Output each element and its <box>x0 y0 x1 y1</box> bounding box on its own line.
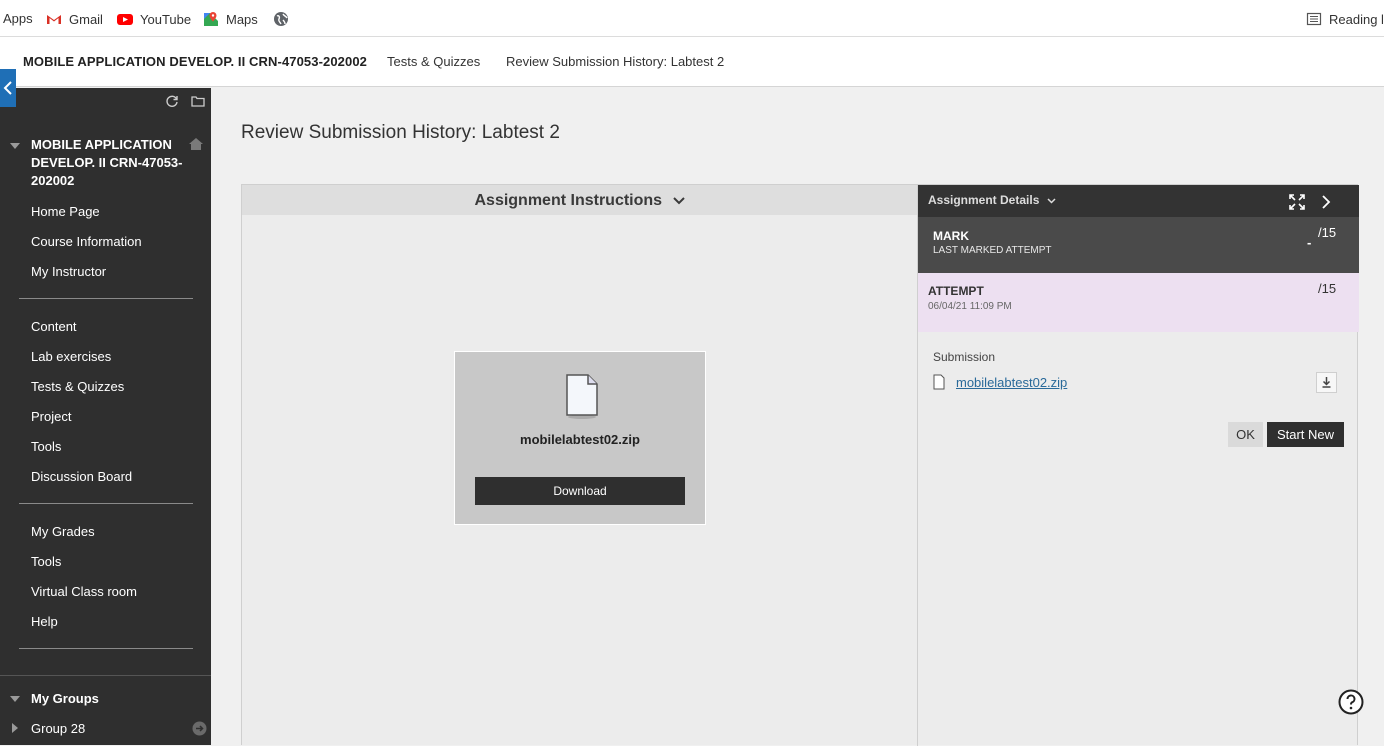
sidebar-item-course-information[interactable]: Course Information <box>31 234 142 249</box>
expand-group-icon[interactable] <box>12 723 18 733</box>
attempt-date: 06/04/21 11:09 PM <box>928 301 1012 312</box>
download-file-button[interactable] <box>1316 372 1337 393</box>
download-button[interactable]: Download <box>475 477 685 505</box>
document-icon <box>565 374 598 419</box>
chevron-right-icon[interactable] <box>1321 194 1331 215</box>
attempt-total: /15 <box>1318 281 1337 296</box>
details-toggle[interactable]: Assignment Details <box>928 193 1056 207</box>
course-menu: MOBILE APPLICATION DEVELOP. II CRN-47053… <box>0 88 211 745</box>
sidebar-item-lab-exercises[interactable]: Lab exercises <box>31 349 111 364</box>
youtube-icon <box>117 11 133 27</box>
chevron-down-icon <box>672 185 685 216</box>
help-button[interactable] <box>1338 689 1364 715</box>
collapse-menu-button[interactable] <box>0 69 16 107</box>
bookmark-youtube[interactable]: YouTube <box>117 11 191 27</box>
bookmark-gmail[interactable]: Gmail <box>46 11 103 27</box>
breadcrumb-tests-quizzes[interactable]: Tests & Quizzes <box>387 54 480 69</box>
assignment-details: Assignment Details MARK LAST MARKED ATTE… <box>917 185 1359 746</box>
course-title[interactable]: MOBILE APPLICATION DEVELOP. II CRN-47053… <box>31 136 191 190</box>
question-mark-icon <box>1338 689 1364 719</box>
sidebar-item-tools-2[interactable]: Tools <box>31 554 61 569</box>
sidebar-divider <box>19 648 193 649</box>
breadcrumb: MOBILE APPLICATION DEVELOP. II CRN-47053… <box>0 37 1384 87</box>
page-title: Review Submission History: Labtest 2 <box>241 122 560 143</box>
mark-total: /15 <box>1318 225 1337 240</box>
download-icon <box>1317 377 1336 396</box>
gmail-icon <box>46 11 62 27</box>
bookmark-youtube-label: YouTube <box>140 11 192 27</box>
expand-icon[interactable] <box>1289 194 1305 215</box>
sidebar-item-my-grades[interactable]: My Grades <box>31 524 95 539</box>
chevron-left-icon <box>3 79 13 96</box>
globe-icon <box>273 11 289 27</box>
sidebar-item-content[interactable]: Content <box>31 319 77 334</box>
group-arrow-icon[interactable] <box>192 721 207 741</box>
mark-sublabel: LAST MARKED ATTEMPT <box>933 245 1052 256</box>
sidebar-divider <box>19 298 193 299</box>
reading-list-icon <box>1306 11 1322 27</box>
collapse-course-icon[interactable] <box>10 143 20 149</box>
reading-list-label: Reading lis <box>1329 11 1384 27</box>
file-name: mobilelabtest02.zip <box>520 432 640 447</box>
sidebar-item-tools[interactable]: Tools <box>31 439 61 454</box>
mark-section: MARK LAST MARKED ATTEMPT - /15 <box>918 217 1359 273</box>
sidebar-item-home-page[interactable]: Home Page <box>31 204 100 219</box>
my-groups-heading[interactable]: My Groups <box>31 691 99 706</box>
bookmarks-bar: Apps Gmail YouTube Maps Reading lis <box>0 0 1384 37</box>
instructions-toggle[interactable]: Assignment Instructions <box>242 185 917 215</box>
sidebar-item-tests-quizzes[interactable]: Tests & Quizzes <box>31 379 124 394</box>
reading-list[interactable]: Reading lis <box>1306 11 1384 27</box>
course-menu-tools <box>165 94 205 108</box>
attempt-label: ATTEMPT <box>928 284 984 298</box>
bookmark-apps[interactable]: Apps <box>3 11 33 26</box>
sidebar-item-discussion-board[interactable]: Discussion Board <box>31 469 132 484</box>
folder-view-icon[interactable] <box>191 94 205 108</box>
bookmark-apps-label: Apps <box>3 11 33 26</box>
bookmark-maps[interactable]: Maps <box>203 11 258 27</box>
home-icon[interactable] <box>188 137 204 156</box>
sidebar-item-help[interactable]: Help <box>31 614 58 629</box>
chevron-down-icon <box>1047 198 1056 204</box>
sidebar-divider <box>19 503 193 504</box>
collapse-groups-icon[interactable] <box>10 696 20 702</box>
attempt-row[interactable]: ATTEMPT 06/04/21 11:09 PM /15 <box>918 273 1359 332</box>
breadcrumb-course[interactable]: MOBILE APPLICATION DEVELOP. II CRN-47053… <box>23 54 367 69</box>
groups-divider <box>0 675 211 676</box>
bookmark-gmail-label: Gmail <box>69 11 103 27</box>
bookmark-globe[interactable] <box>273 11 289 27</box>
mark-label: MARK <box>933 229 969 243</box>
file-icon <box>933 374 945 390</box>
sidebar-item-group[interactable]: Group 28 <box>31 721 85 736</box>
submission-file-link[interactable]: mobilelabtest02.zip <box>956 375 1067 390</box>
sidebar-item-my-instructor[interactable]: My Instructor <box>31 264 106 279</box>
submission-label: Submission <box>933 350 996 364</box>
breadcrumb-current-page: Review Submission History: Labtest 2 <box>506 54 725 69</box>
instructions-heading: Assignment Instructions <box>474 192 663 209</box>
submission-panel: Assignment Instructions mobilelabtest02.… <box>241 184 1359 746</box>
bookmark-maps-label: Maps <box>226 11 258 27</box>
refresh-icon[interactable] <box>165 94 179 108</box>
ok-button[interactable]: OK <box>1228 422 1263 447</box>
sidebar-item-virtual-class-room[interactable]: Virtual Class room <box>31 584 137 599</box>
sidebar-item-project[interactable]: Project <box>31 409 71 424</box>
file-preview-card: mobilelabtest02.zip Download <box>454 351 706 525</box>
mark-score: - <box>1307 235 1312 250</box>
details-header: Assignment Details <box>918 185 1359 217</box>
details-heading: Assignment Details <box>928 193 1040 207</box>
maps-icon <box>203 11 219 27</box>
start-new-button[interactable]: Start New <box>1267 422 1344 447</box>
